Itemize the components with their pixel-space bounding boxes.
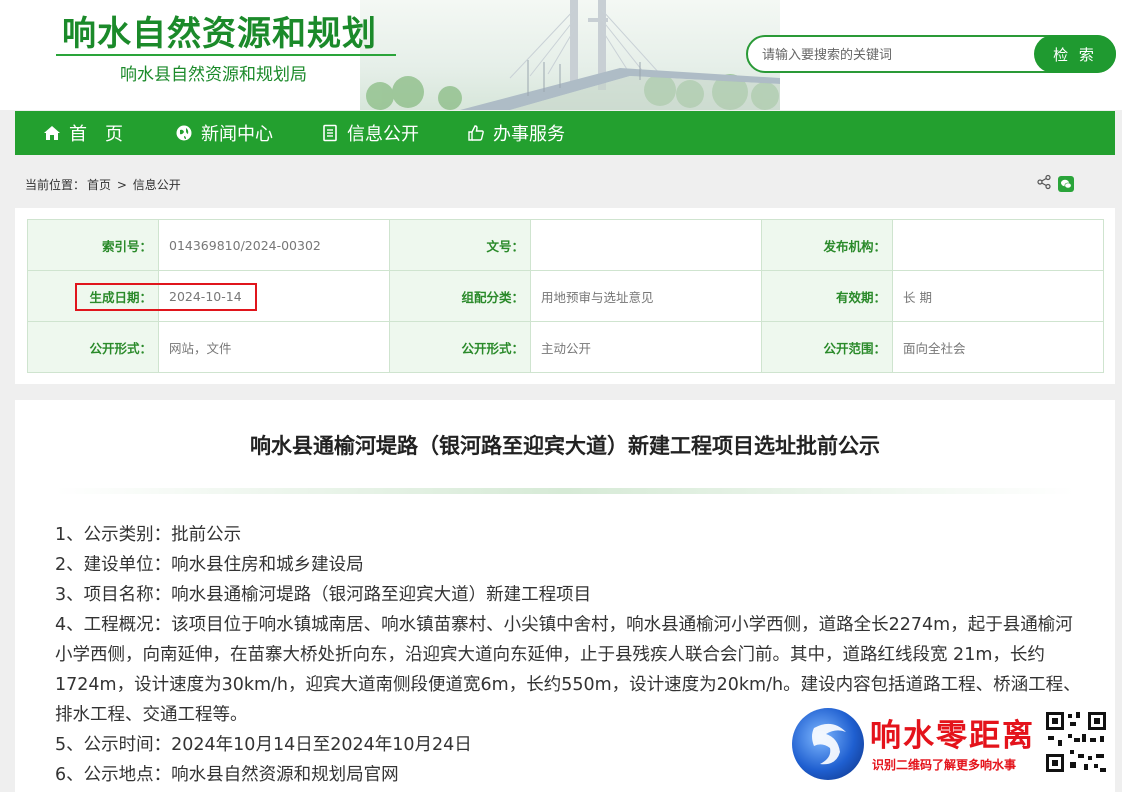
- watermark-title: 响水零距离: [870, 718, 1035, 754]
- breadcrumb-home-link[interactable]: 首页: [87, 178, 111, 192]
- meta-value: 用地预审与选址意见: [530, 270, 762, 322]
- meta-value: 014369810/2024-00302: [158, 219, 390, 271]
- breadcrumb-prefix: 当前位置：: [25, 178, 86, 192]
- meta-label: 索引号：: [27, 219, 159, 271]
- watermark-subtitle: 识别二维码了解更多响水事: [872, 758, 1017, 772]
- nav-item-news[interactable]: 新闻中心: [161, 111, 287, 155]
- wechat-icon[interactable]: [1058, 176, 1074, 192]
- article-paragraph: 1、公示类别：批前公示: [55, 525, 242, 545]
- meta-value: 长 期: [892, 270, 1104, 322]
- bridge-illustration: [366, 0, 780, 110]
- breadcrumb-current[interactable]: 信息公开: [133, 178, 181, 192]
- share-icons: [1036, 174, 1074, 194]
- globe-icon: [175, 124, 193, 142]
- breadcrumb: 当前位置： 首页 > 信息公开: [25, 176, 183, 193]
- meta-row: 公开形式： 网站，文件 公开形式： 主动公开 公开范围： 面向全社会: [27, 321, 1104, 373]
- meta-value: 面向全社会: [892, 321, 1104, 373]
- home-icon: [43, 124, 61, 142]
- watermark-logo: [792, 708, 864, 780]
- site-header: 响水自然资源和规划 响水县自然资源和规划局 检 索: [0, 0, 1122, 110]
- nav-item-home[interactable]: 首 页: [15, 111, 137, 155]
- nav-label: 信息公开: [347, 124, 419, 145]
- search-box: 检 索: [746, 35, 1116, 73]
- main-nav: 首 页 新闻中心 信息公开 办事服务: [15, 111, 1115, 155]
- search-input[interactable]: [762, 45, 1032, 65]
- nav-label: 新闻中心: [201, 124, 273, 145]
- meta-value: 主动公开: [530, 321, 762, 373]
- share-icon[interactable]: [1036, 174, 1052, 194]
- title-divider: [56, 54, 396, 56]
- document-icon: [321, 124, 339, 142]
- meta-value: [530, 219, 762, 271]
- nav-item-services[interactable]: 办事服务: [453, 111, 579, 155]
- meta-label: 有效期：: [761, 270, 893, 322]
- meta-label: 公开形式：: [389, 321, 531, 373]
- nav-item-info-public[interactable]: 信息公开: [307, 111, 433, 155]
- site-subtitle: 响水县自然资源和规划局: [120, 65, 307, 85]
- meta-value: [892, 219, 1104, 271]
- breadcrumb-separator: >: [116, 178, 127, 192]
- article-title: 响水县通榆河堤路（银河路至迎宾大道）新建工程项目选址批前公示: [250, 434, 880, 458]
- meta-label: 组配分类：: [389, 270, 531, 322]
- nav-label: 首 页: [69, 124, 123, 145]
- meta-label: 公开形式：: [27, 321, 159, 373]
- qr-code-icon: [1044, 710, 1108, 774]
- meta-value: 网站，文件: [158, 321, 390, 373]
- nav-label: 办事服务: [493, 124, 565, 145]
- meta-label: 文号：: [389, 219, 531, 271]
- article-divider: [55, 488, 1075, 494]
- search-button[interactable]: 检 索: [1034, 35, 1116, 73]
- thumbs-up-icon: [467, 124, 485, 142]
- article-paragraph: 3、项目名称：响水县通榆河堤路（银河路至迎宾大道）新建工程项目: [55, 585, 592, 605]
- watermark: 响水零距离 识别二维码了解更多响水事: [792, 706, 1112, 788]
- meta-label: 发布机构：: [761, 219, 893, 271]
- site-title: 响水自然资源和规划: [62, 14, 377, 54]
- meta-row: 索引号： 014369810/2024-00302 文号： 发布机构：: [27, 219, 1104, 271]
- meta-label: 公开范围：: [761, 321, 893, 373]
- date-highlight-box: [75, 283, 257, 311]
- article-paragraph: 2、建设单位：响水县住房和城乡建设局: [55, 555, 364, 575]
